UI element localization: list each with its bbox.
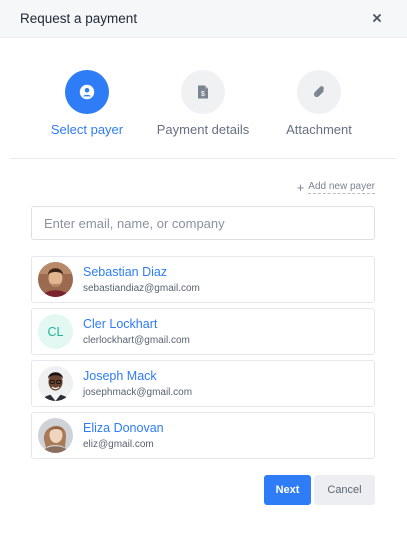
step-label: Payment details xyxy=(156,122,250,137)
avatar xyxy=(38,366,73,401)
stepper: Select payer $ Payment details Attachmen… xyxy=(0,70,407,140)
cancel-button[interactable]: Cancel xyxy=(314,475,375,505)
payer-item[interactable]: Eliza Donovan eliz@gmail.com xyxy=(31,412,375,459)
avatar xyxy=(38,418,73,453)
user-circle-icon xyxy=(79,84,95,100)
paperclip-icon xyxy=(313,86,324,98)
step-circle: $ xyxy=(181,70,225,114)
divider xyxy=(10,158,397,159)
avatar xyxy=(38,262,73,297)
avatar: CL xyxy=(38,314,73,349)
payer-item[interactable]: Joseph Mack josephmack@gmail.com xyxy=(31,360,375,407)
modal-header: Request a payment xyxy=(0,0,407,38)
payer-name: Cler Lockhart xyxy=(83,317,158,331)
close-button[interactable] xyxy=(373,10,387,26)
step-label: Attachment xyxy=(286,122,352,137)
close-icon xyxy=(373,14,381,22)
payer-email: clerlockhart@gmail.com xyxy=(83,335,190,346)
step-payment-details[interactable]: $ Payment details xyxy=(143,70,263,137)
payer-name: Sebastian Diaz xyxy=(83,265,168,279)
step-circle xyxy=(65,70,109,114)
step-label: Select payer xyxy=(50,122,124,137)
payer-name: Joseph Mack xyxy=(83,369,157,383)
payer-email: eliz@gmail.com xyxy=(83,439,154,450)
step-attachment[interactable]: Attachment xyxy=(259,70,379,137)
add-new-payer-link[interactable]: + Add new payer xyxy=(297,181,375,194)
document-dollar-icon: $ xyxy=(198,85,208,99)
svg-text:$: $ xyxy=(201,91,205,98)
payer-item[interactable]: Sebastian Diaz sebastiandiaz@gmail.com xyxy=(31,256,375,303)
step-select-payer[interactable]: Select payer xyxy=(27,70,147,137)
next-button[interactable]: Next xyxy=(264,475,311,505)
payer-name: Eliza Donovan xyxy=(83,421,164,435)
payer-email: sebastiandiaz@gmail.com xyxy=(83,283,200,294)
modal-title: Request a payment xyxy=(20,11,138,26)
payer-email: josephmack@gmail.com xyxy=(83,387,193,398)
payer-list: Sebastian Diaz sebastiandiaz@gmail.com C… xyxy=(31,256,375,464)
step-circle xyxy=(297,70,341,114)
add-new-payer-label: Add new payer xyxy=(308,181,375,194)
payer-item[interactable]: CL Cler Lockhart clerlockhart@gmail.com xyxy=(31,308,375,355)
plus-icon: + xyxy=(296,179,305,195)
payer-search-input[interactable] xyxy=(31,206,375,240)
